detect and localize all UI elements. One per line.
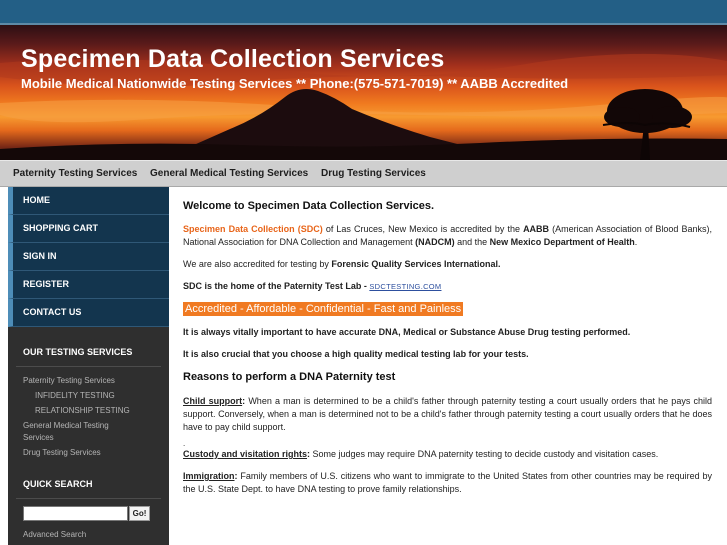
service-link-general-medical[interactable]: General Medical Testing Services — [8, 420, 169, 444]
text: of Las Cruces, New Mexico is accredited … — [322, 224, 524, 234]
sidebar-item-label: CONTACT US — [23, 307, 82, 317]
service-link-drug[interactable]: Drug Testing Services — [8, 447, 169, 459]
child-support-paragraph: Child support: When a man is determined … — [183, 395, 712, 434]
search-input[interactable] — [23, 506, 128, 521]
site-subtitle: Mobile Medical Nationwide Testing Servic… — [21, 76, 569, 91]
sidebar-item-sign-in[interactable]: SIGN IN — [8, 243, 169, 271]
important-paragraph: It is always vitally important to have a… — [183, 327, 631, 337]
reasons-heading: Reasons to perform a DNA Paternity test — [183, 371, 396, 383]
text: SDC is the home of the Paternity Test La… — [183, 281, 370, 291]
service-link-general-medical-line1: General Medical Testing — [23, 421, 109, 430]
stray-dot: . — [183, 439, 186, 448]
service-link-relationship[interactable]: RELATIONSHIP TESTING — [8, 403, 169, 418]
nav-paternity-testing[interactable]: Paternity Testing Services — [13, 168, 137, 179]
sidebar-item-label: SIGN IN — [23, 251, 57, 261]
nadcm-text: (NADCM) — [415, 237, 455, 247]
fqs-text: Forensic Quality Services International. — [331, 259, 501, 269]
sidebar-item-label: REGISTER — [23, 279, 70, 289]
fqs-paragraph: We are also accredited for testing by Fo… — [183, 258, 712, 271]
service-link-infidelity[interactable]: INFIDELITY TESTING — [8, 388, 169, 403]
text: When a man is determined to be a child's… — [183, 396, 712, 432]
accreditation-paragraph: Specimen Data Collection (SDC) of Las Cr… — [183, 223, 712, 249]
child-support-label: Child support — [183, 396, 243, 406]
text: . — [634, 237, 638, 247]
text: Family members of U.S. citizens who want… — [183, 471, 712, 494]
immigration-paragraph: Immigration: Family members of U.S. citi… — [183, 470, 712, 496]
sidebar-divider — [16, 366, 161, 367]
sidebar-item-shopping-cart[interactable]: SHOPPING CART — [8, 215, 169, 243]
nm-doh-text: New Mexico Department of Health — [489, 237, 635, 247]
header-banner: Specimen Data Collection Services Mobile… — [0, 25, 727, 160]
sidebar-item-home[interactable]: HOME — [8, 187, 169, 215]
quick-search-heading: QUICK SEARCH — [23, 479, 93, 489]
sidebar-item-label: SHOPPING CART — [23, 223, 99, 233]
crucial-paragraph: It is also crucial that you choose a hig… — [183, 349, 529, 359]
sdctesting-link[interactable]: SDCTESTING.COM — [369, 282, 441, 291]
advanced-search-link[interactable]: Advanced Search — [8, 529, 86, 541]
sidebar-divider — [16, 498, 161, 499]
custody-paragraph: Custody and visitation rights: Some judg… — [183, 448, 712, 461]
service-link-general-medical-line2: Services — [23, 433, 54, 442]
tagline-highlight: Accredited - Affordable - Confidential -… — [183, 302, 464, 316]
immigration-label: Immigration — [183, 471, 235, 481]
main-content: Welcome to Specimen Data Collection Serv… — [183, 200, 712, 505]
home-paragraph: SDC is the home of the Paternity Test La… — [183, 280, 712, 293]
sidebar: HOME SHOPPING CART SIGN IN REGISTER CONT… — [8, 187, 169, 545]
main-nav: Paternity Testing Services General Medic… — [0, 160, 727, 187]
sidebar-item-label: HOME — [23, 195, 50, 205]
text: and the — [454, 237, 490, 247]
sdc-name: Specimen Data Collection (SDC) — [183, 224, 323, 234]
aabb-text: AABB — [523, 224, 550, 234]
service-link-paternity[interactable]: Paternity Testing Services — [8, 373, 169, 388]
services-heading: OUR TESTING SERVICES — [23, 347, 133, 357]
site-title: Specimen Data Collection Services — [21, 45, 445, 73]
nav-general-medical-testing[interactable]: General Medical Testing Services — [150, 168, 308, 179]
custody-label: Custody and visitation rights — [183, 449, 308, 459]
sidebar-item-contact-us[interactable]: CONTACT US — [8, 299, 169, 327]
text: Some judges may require DNA paternity te… — [310, 449, 659, 459]
welcome-heading: Welcome to Specimen Data Collection Serv… — [183, 200, 435, 212]
search-go-button[interactable]: Go! — [129, 506, 150, 521]
sidebar-item-register[interactable]: REGISTER — [8, 271, 169, 299]
text: We are also accredited for testing by — [183, 259, 332, 269]
top-bar — [0, 0, 727, 25]
nav-drug-testing[interactable]: Drug Testing Services — [321, 168, 426, 179]
